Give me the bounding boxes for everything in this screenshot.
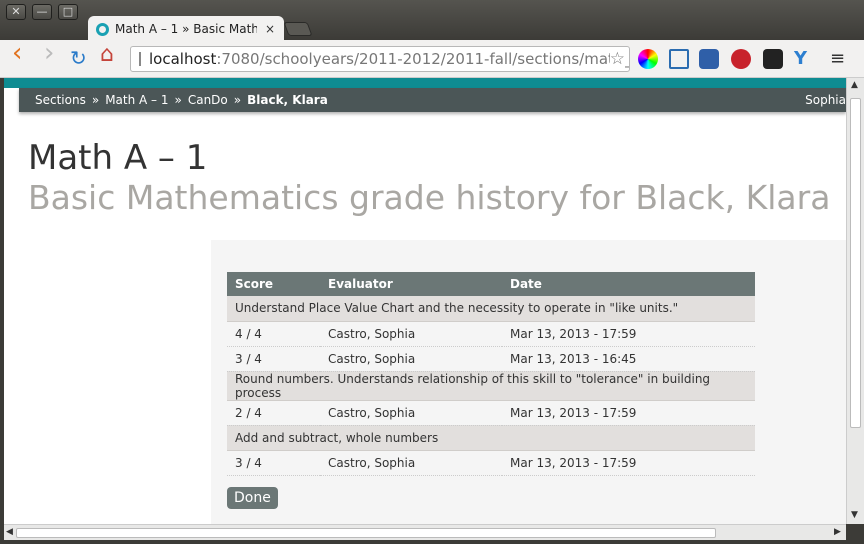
table-row: 4 / 4 Castro, Sophia Mar 13, 2013 - 17:5…: [227, 321, 755, 347]
evaluator-cell: Castro, Sophia: [320, 450, 502, 476]
page-subtitle: Basic Mathematics grade history for Blac…: [28, 178, 831, 217]
bookmark-star-icon[interactable]: ☆: [609, 49, 625, 69]
table-row: 3 / 4 Castro, Sophia Mar 13, 2013 - 17:5…: [227, 450, 755, 476]
date-cell: Mar 13, 2013 - 17:59: [502, 321, 755, 347]
page-icon: [139, 52, 141, 66]
minimize-window-icon[interactable]: —: [32, 4, 52, 20]
new-tab-button[interactable]: [283, 22, 313, 36]
home-icon[interactable]: ⌂: [100, 44, 114, 66]
url-host: localhost: [149, 50, 217, 68]
breadcrumb-separator: »: [91, 93, 100, 107]
accent-bar: [4, 78, 846, 88]
url-path: :7080/schoolyears/2011-2012/2011-fall/se…: [216, 50, 630, 68]
horizontal-scrollbar[interactable]: ◀ ▶: [4, 524, 846, 540]
tab-title: Math A – 1 » Basic Mathematics: [115, 22, 257, 36]
scroll-up-icon[interactable]: ▲: [851, 80, 858, 90]
extension-puzzle-icon[interactable]: [699, 49, 719, 69]
breadcrumb-section[interactable]: Math A – 1: [105, 93, 168, 107]
grade-history-table: Score Evaluator Date Understand Place Va…: [227, 272, 755, 476]
horizontal-scroll-thumb[interactable]: [16, 528, 716, 538]
breadcrumb-current: Black, Klara: [247, 93, 328, 107]
maximize-window-icon[interactable]: □: [58, 4, 78, 20]
col-score: Score: [227, 272, 320, 296]
vertical-scrollbar[interactable]: ▲ ▼: [846, 78, 864, 524]
devtools-extension-icon[interactable]: [763, 49, 783, 69]
tab-close-icon[interactable]: ×: [265, 22, 275, 36]
score-cell: 3 / 4: [227, 450, 320, 476]
breadcrumb: Sections » Math A – 1 » CanDo » Black, Klara S…: [19, 88, 846, 112]
site-favicon-icon: [96, 22, 109, 36]
reload-icon[interactable]: ↻: [70, 47, 87, 69]
browser-toolbar: ‹ › ↻ ⌂ localhost :7080/schoolyears/2011…: [0, 40, 864, 78]
y-extension-icon[interactable]: Y: [794, 49, 814, 69]
date-cell: Mar 13, 2013 - 16:45: [502, 346, 755, 372]
skill-group-row: Round numbers. Understands relationship …: [227, 371, 755, 401]
evaluator-cell: Castro, Sophia: [320, 346, 502, 372]
close-window-icon[interactable]: ✕: [6, 4, 26, 20]
table-row: 2 / 4 Castro, Sophia Mar 13, 2013 - 17:5…: [227, 400, 755, 426]
score-cell: 3 / 4: [227, 346, 320, 372]
date-cell: Mar 13, 2013 - 17:59: [502, 400, 755, 426]
address-bar[interactable]: localhost :7080/schoolyears/2011-2012/20…: [130, 46, 630, 72]
window-titlebar: ✕ — □ Math A – 1 » Basic Mathematics ×: [0, 0, 864, 42]
evaluator-cell: Castro, Sophia: [320, 400, 502, 426]
menu-icon[interactable]: ≡: [830, 49, 850, 69]
vertical-scroll-thumb[interactable]: [850, 98, 861, 428]
forward-icon[interactable]: ›: [44, 40, 54, 66]
col-evaluator: Evaluator: [320, 272, 502, 296]
breadcrumb-cando[interactable]: CanDo: [188, 93, 228, 107]
tab-active[interactable]: Math A – 1 » Basic Mathematics ×: [88, 16, 284, 42]
skill-name: Round numbers. Understands relationship …: [227, 371, 755, 401]
evaluator-cell: Castro, Sophia: [320, 321, 502, 347]
skill-group-row: Understand Place Value Chart and the nec…: [227, 296, 755, 322]
user-name[interactable]: Sophia: [805, 88, 846, 112]
skill-name: Add and subtract, whole numbers: [227, 425, 755, 451]
breadcrumb-separator: »: [174, 93, 182, 107]
scroll-down-icon[interactable]: ▼: [851, 510, 858, 520]
adblock-icon[interactable]: [731, 49, 751, 69]
scroll-left-icon[interactable]: ◀: [6, 527, 13, 537]
scroll-right-icon[interactable]: ▶: [834, 527, 841, 537]
back-icon[interactable]: ‹: [12, 40, 22, 66]
page-title: Math A – 1: [28, 138, 208, 178]
table-row: 3 / 4 Castro, Sophia Mar 13, 2013 - 16:4…: [227, 346, 755, 372]
date-cell: Mar 13, 2013 - 17:59: [502, 450, 755, 476]
col-date: Date: [502, 272, 755, 296]
skill-group-row: Add and subtract, whole numbers: [227, 425, 755, 451]
breadcrumb-sections[interactable]: Sections: [35, 93, 86, 107]
grade-history-panel: Score Evaluator Date Understand Place Va…: [211, 240, 846, 524]
page-viewport: Sections » Math A – 1 » CanDo » Black, Klara S…: [4, 78, 846, 524]
done-button[interactable]: Done: [227, 487, 278, 509]
color-picker-icon[interactable]: [638, 49, 658, 69]
breadcrumb-separator: »: [233, 93, 242, 107]
table-header-row: Score Evaluator Date: [227, 272, 755, 296]
score-cell: 4 / 4: [227, 321, 320, 347]
screenshot-icon[interactable]: [669, 49, 689, 69]
score-cell: 2 / 4: [227, 400, 320, 426]
skill-name: Understand Place Value Chart and the nec…: [227, 296, 755, 322]
